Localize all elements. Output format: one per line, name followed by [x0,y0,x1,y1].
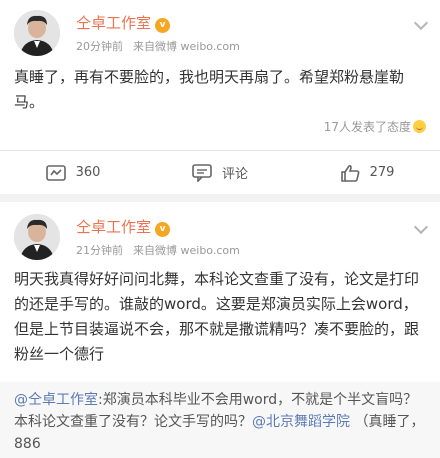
mention-link[interactable]: @北京舞蹈学院 [252,414,350,430]
author-name[interactable]: 仝卓工作室 v [76,218,171,237]
post-meta: 21分钟前 来自微博 weibo.com [76,244,240,258]
post-source: 来自微博 weibo.com [133,244,240,257]
quoted-post[interactable]: @仝卓工作室:郑演员本科毕业不会用word，不就是个半文盲吗？本科论文查重了没有… [0,382,440,458]
smile-emoji-icon [413,120,426,133]
author-avatar[interactable] [14,10,60,56]
mention-link[interactable]: @仝卓工作室 [14,392,98,408]
vip-badge-icon: v [155,18,171,33]
repost-icon [45,164,66,181]
post-text: 明天我真得好好问问北舞，本科论文查重了没有，论文是打印的还是手写的。谁敲的wor… [14,270,420,363]
thumbs-up-icon [340,164,359,182]
comment-icon [192,163,212,182]
post-time: 20分钟前 [76,40,123,53]
like-button[interactable]: 279 [294,151,440,194]
vip-badge-icon: v [155,222,171,237]
post-source: 来自微博 weibo.com [133,40,240,53]
author-avatar[interactable] [14,214,60,260]
repost-button[interactable]: 360 [0,151,146,194]
post-meta: 20分钟前 来自微博 weibo.com [76,40,240,54]
comment-button[interactable]: 评论 [147,151,293,194]
chevron-down-icon[interactable] [413,219,429,235]
weibo-post-1: 仝卓工作室 v 20分钟前 来自微博 weibo.com 真睡了，再有不要脸的，我也… [0,0,440,194]
post-time: 21分钟前 [76,244,123,257]
reactions-summary[interactable]: 17人发表了态度 [324,119,426,135]
weibo-post-2: 仝卓工作室 v 21分钟前 来自微博 weibo.com 明天我真得好好问问北舞，本… [0,202,440,458]
post-text: 真睡了，再有不要脸的，我也明天再扇了。希望郑粉悬崖勒马。 [14,68,405,111]
chevron-down-icon[interactable] [413,15,429,31]
author-name[interactable]: 仝卓工作室 v [76,14,171,33]
